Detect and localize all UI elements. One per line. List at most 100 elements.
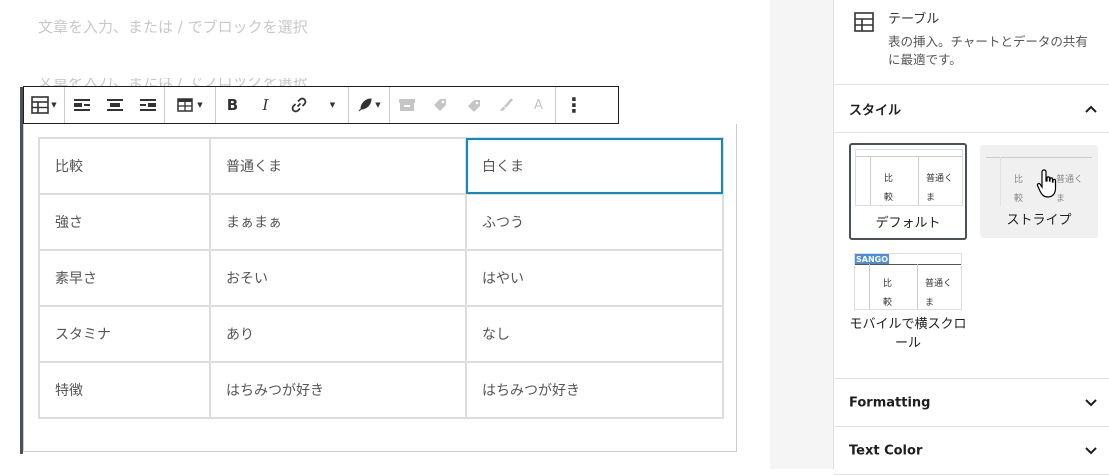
toolbar-group-align [65, 87, 165, 123]
table-row: 特徴 はちみつが好き はちみつが好き [38, 361, 724, 419]
bold-button[interactable]: B [216, 87, 249, 123]
brush-button[interactable] [489, 87, 522, 123]
feather-button[interactable]: ▼ [349, 87, 389, 123]
style-option-label: モバイルで横スクロール [849, 317, 967, 351]
text-color-panel-title: Text Color [849, 443, 923, 458]
preview-rule [1000, 157, 1001, 206]
edit-table-button[interactable]: ▼ [165, 87, 215, 123]
editor-canvas: 文章を入力、または / でブロックを選択 文章を入力、または / でブロックを選… [0, 0, 770, 469]
preview-rule [855, 264, 961, 265]
bold-icon: B [226, 96, 239, 114]
chevron-down-icon [1085, 446, 1097, 454]
table-cell-col-normal-bear[interactable]: はちみつが好き [209, 361, 467, 419]
more-rich-text-button[interactable]: ▼ [315, 87, 348, 123]
block-card-description: 表の挿入。チャートとデータの共有に最適です。 [888, 34, 1088, 67]
table-cell-col-white-bear[interactable]: 白くま [465, 137, 724, 195]
table-cell-col-normal-bear[interactable]: 普通くま [209, 137, 467, 195]
tags-icon [467, 100, 480, 112]
align-center-button[interactable] [98, 87, 131, 123]
table-row: 強さ まぁまぁ ふつう [38, 193, 724, 251]
block-card-title: テーブル [888, 12, 940, 27]
archive-button[interactable] [390, 87, 423, 123]
align-right-icon [139, 99, 156, 111]
style-option-label: デフォルト [875, 216, 941, 231]
table-cell-col-white-bear[interactable]: はやい [465, 249, 724, 307]
style-option-mobile-scroll[interactable]: SANGO 比 較 普通く ま モバイルで横スクロール [849, 248, 967, 351]
italic-icon: I [262, 96, 269, 114]
align-left-button[interactable] [65, 87, 98, 123]
chevron-down-icon [1085, 398, 1097, 406]
table-icon [31, 96, 50, 114]
chevron-down-icon: ▼ [329, 101, 336, 109]
block-toolbar: ▼ ▼ B I ▼ ▼ A ⋮ [23, 86, 619, 124]
toolbar-group-table: ▼ [165, 87, 216, 123]
tag-icon [433, 99, 446, 111]
preview-rule [917, 264, 918, 309]
preview-text: 較 [1014, 194, 1024, 204]
chevron-up-icon [1085, 105, 1097, 113]
preview-text: 較 [884, 193, 894, 203]
preview-text: 比 [883, 279, 893, 289]
chevron-down-icon: ▼ [375, 101, 381, 109]
more-options-icon: ⋮ [564, 93, 584, 117]
preview-text: 比 [884, 174, 894, 184]
table-block-button[interactable]: ▼ [24, 87, 64, 123]
font-icon: A [534, 97, 543, 113]
style-option-label: ストライプ [1006, 213, 1072, 228]
table-cell-col-label[interactable]: 素早さ [38, 249, 211, 307]
brush-icon [499, 98, 513, 111]
styles-panel: 比 較 普通く ま デフォルト 比 較 普通く ま ストライプ SANGO 比 … [834, 133, 1109, 379]
settings-sidebar: テーブル 表の挿入。チャートとデータの共有に最適です。 スタイル 比 較 普通く… [833, 0, 1109, 475]
formatting-panel-toggle[interactable]: Formatting [834, 379, 1109, 427]
italic-button[interactable]: I [249, 87, 282, 123]
preview-rule [869, 264, 870, 309]
toolbar-group-block: ▼ [24, 87, 65, 123]
style-preview: SANGO 比 較 普通く ま [854, 253, 962, 310]
table-cell-col-label[interactable]: 強さ [38, 193, 211, 251]
table-body: 比較 普通くま 白くま 強さ まぁまぁ ふつう 素早さ おそい はやい スタミナ あり なし 特徴 はちみ… [38, 137, 724, 419]
table-icon [854, 12, 874, 32]
font-button[interactable]: A [522, 87, 555, 123]
table-cell-col-label[interactable]: 特徴 [38, 361, 211, 419]
table-cell-col-normal-bear[interactable]: まぁまぁ [209, 193, 467, 251]
tags-button[interactable] [456, 87, 489, 123]
align-left-icon [73, 99, 90, 111]
formatting-panel-title: Formatting [849, 395, 931, 410]
table-cell-col-label[interactable]: スタミナ [38, 305, 211, 363]
table-cell-col-label[interactable]: 比較 [38, 137, 211, 195]
link-button[interactable] [282, 87, 315, 123]
align-right-button[interactable] [131, 87, 164, 123]
feather-icon [358, 98, 372, 112]
preview-rule [918, 156, 919, 205]
preview-text: ま [926, 193, 936, 203]
table-cell-col-normal-bear[interactable]: あり [209, 305, 467, 363]
toolbar-group-format: B I ▼ [216, 87, 349, 123]
preview-rule [870, 156, 871, 205]
styles-panel-toggle[interactable]: スタイル [834, 85, 1109, 133]
table-row: スタミナ あり なし [38, 305, 724, 363]
align-center-icon [106, 99, 123, 111]
more-options-button[interactable]: ⋮ [556, 87, 592, 123]
table-row: 素早さ おそい はやい [38, 249, 724, 307]
tag-button[interactable] [423, 87, 456, 123]
paragraph-placeholder[interactable]: 文章を入力、または / でブロックを選択 [38, 16, 308, 37]
table-row: 比較 普通くま 白くま [38, 137, 724, 195]
table-cell-col-normal-bear[interactable]: おそい [209, 249, 467, 307]
preview-text: 較 [883, 298, 893, 308]
text-color-panel-toggle[interactable]: Text Color [834, 427, 1109, 475]
preview-text: ま [925, 298, 935, 308]
edit-table-icon [177, 98, 194, 112]
hand-cursor-icon [1036, 169, 1057, 198]
editor-gutter [770, 0, 833, 469]
table-cell-col-white-bear[interactable]: はちみつが好き [465, 361, 724, 419]
style-option-default[interactable]: 比 較 普通く ま デフォルト [849, 143, 967, 240]
style-preview: 比 較 普通く ま [855, 149, 963, 206]
table-cell-col-white-bear[interactable]: なし [465, 305, 724, 363]
data-table: 比較 普通くま 白くま 強さ まぁまぁ ふつう 素早さ おそい はやい スタミナ あり なし 特徴 はちみ… [38, 137, 724, 419]
preview-text: 普通く [926, 174, 954, 184]
styles-panel-title: スタイル [849, 103, 902, 118]
table-cell-col-white-bear[interactable]: ふつう [465, 193, 724, 251]
table-block: 比較 普通くま 白くま 強さ まぁまぁ ふつう 素早さ おそい はやい スタミナ あり なし 特徴 はちみ… [23, 124, 737, 452]
toolbar-group-plugin: ▼ [349, 87, 390, 123]
toolbar-group-disabled: A [390, 87, 556, 123]
